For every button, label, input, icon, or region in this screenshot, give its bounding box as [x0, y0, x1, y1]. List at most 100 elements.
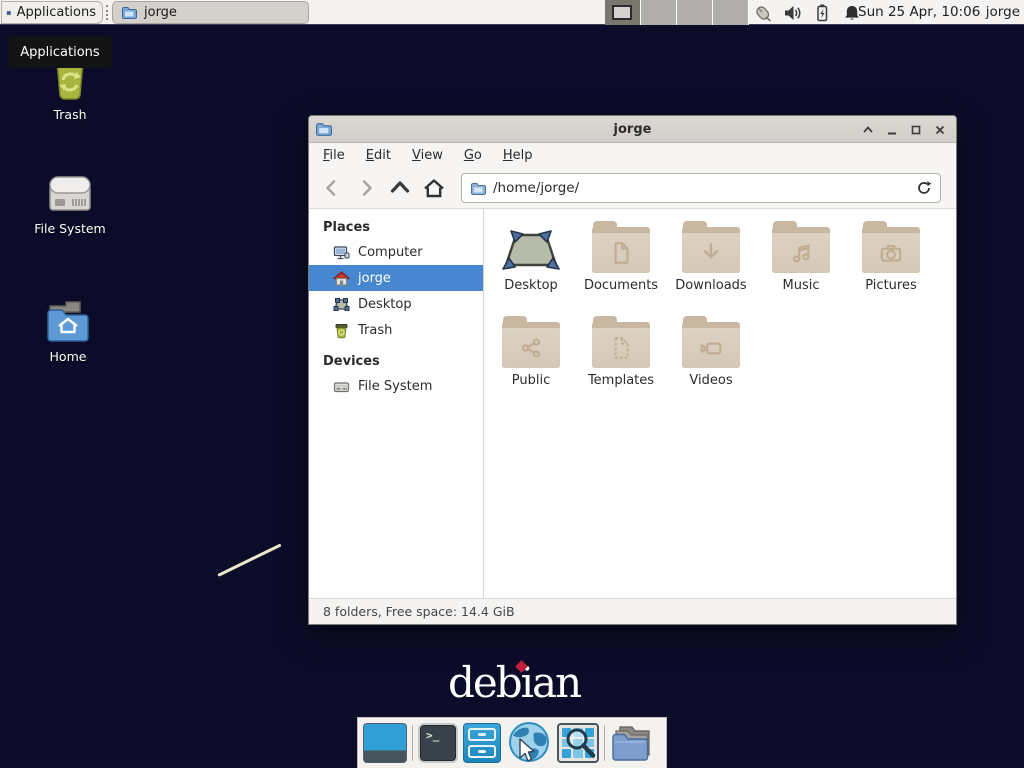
panel-drag-handle[interactable]	[106, 5, 108, 20]
desktop-icon-file-system[interactable]: File System	[18, 172, 122, 236]
path-folder-icon	[470, 181, 486, 196]
battery-icon[interactable]	[812, 3, 832, 23]
sidebar-item-jorge[interactable]: jorge	[309, 265, 483, 291]
desktop-icon	[333, 296, 350, 313]
file-item-documents[interactable]: Documents	[576, 221, 666, 316]
app-finder-icon	[557, 723, 599, 763]
panel-clock[interactable]: Sun 25 Apr, 10:06	[858, 0, 980, 25]
dock: >_	[357, 717, 667, 768]
folder-icon	[121, 5, 137, 20]
window-title: jorge	[309, 122, 956, 137]
file-item-templates[interactable]: Templates	[576, 316, 666, 411]
file-item-pictures[interactable]: Pictures	[846, 221, 936, 316]
toolbar: /home/jorge/	[309, 168, 956, 209]
volume-icon[interactable]	[782, 3, 802, 23]
sidebar-item-label: Computer	[358, 245, 423, 260]
workspace-3[interactable]	[677, 0, 713, 25]
workspace-window-thumb	[612, 5, 632, 20]
icon-view: Desktop Documents	[484, 209, 956, 598]
status-bar: 8 folders, Free space: 14.4 GiB	[309, 598, 956, 624]
templates-folder-icon	[592, 316, 650, 368]
file-item-videos[interactable]: Videos	[666, 316, 756, 411]
file-item-downloads[interactable]: Downloads	[666, 221, 756, 316]
window-content: Places Computer jorge	[309, 209, 956, 598]
applications-menu-button[interactable]: Applications	[1, 1, 103, 24]
path-input[interactable]: /home/jorge/	[493, 180, 909, 196]
file-manager-launcher[interactable]	[463, 723, 501, 763]
stacked-folders-icon	[610, 723, 654, 763]
forward-button[interactable]	[349, 172, 383, 204]
videos-folder-icon	[682, 316, 740, 368]
location-bar[interactable]: /home/jorge/	[461, 173, 941, 203]
menu-edit[interactable]: Edit	[366, 148, 391, 163]
shade-button[interactable]	[861, 123, 874, 136]
home-button[interactable]	[417, 172, 451, 204]
sidebar-item-computer[interactable]: Computer	[309, 239, 483, 265]
sidebar-item-trash[interactable]: Trash	[309, 317, 483, 343]
window-titlebar[interactable]: jorge	[309, 116, 956, 143]
desktop-icon-home[interactable]: Home	[16, 300, 120, 364]
minimize-button[interactable]	[885, 123, 898, 136]
file-cabinet-icon	[463, 723, 501, 763]
workspace-switcher	[605, 0, 749, 25]
taskbar-window-button[interactable]: jorge	[112, 1, 309, 24]
directory-menu-launcher[interactable]	[610, 723, 654, 763]
file-item-public[interactable]: Public	[486, 316, 576, 411]
sidebar-item-label: File System	[358, 379, 432, 394]
panel-user-label[interactable]: jorge	[986, 0, 1020, 25]
workspace-1[interactable]	[605, 0, 641, 25]
hard-drive-icon	[18, 172, 122, 216]
menu-help[interactable]: Help	[503, 148, 533, 163]
desktop-root: { "panel": { "applications": { "label": …	[0, 0, 1024, 768]
menu-go[interactable]: Go	[464, 148, 482, 163]
menu-bar: File Edit View Go Help	[309, 143, 956, 168]
file-label: Public	[512, 373, 550, 388]
menu-view[interactable]: View	[412, 148, 443, 163]
dock-separator	[412, 725, 413, 761]
app-finder-launcher[interactable]	[557, 723, 599, 763]
home-folder-icon	[16, 300, 120, 344]
reload-icon[interactable]	[916, 180, 932, 196]
home-icon	[333, 270, 350, 287]
public-folder-icon	[502, 316, 560, 368]
sidebar-item-file-system[interactable]: File System	[309, 373, 483, 399]
sidebar-item-label: Trash	[358, 323, 392, 338]
menu-file[interactable]: File	[323, 148, 345, 163]
file-item-music[interactable]: Music	[756, 221, 846, 316]
terminal-launcher[interactable]: >_	[418, 723, 458, 763]
show-desktop-icon	[363, 723, 407, 763]
sidebar-item-label: Desktop	[358, 297, 412, 312]
workspace-4[interactable]	[713, 0, 749, 25]
file-label: Desktop	[504, 278, 558, 293]
workspace-2[interactable]	[641, 0, 677, 25]
documents-folder-icon	[592, 221, 650, 273]
applications-tooltip: Applications	[8, 36, 112, 68]
close-button[interactable]	[933, 123, 946, 136]
xfce-logo-icon	[6, 5, 12, 21]
drive-small-icon	[333, 378, 350, 395]
file-label: Templates	[588, 373, 654, 388]
show-desktop-button[interactable]	[363, 723, 407, 763]
sidebar-item-desktop[interactable]: Desktop	[309, 291, 483, 317]
music-folder-icon	[772, 221, 830, 273]
status-text: 8 folders, Free space: 14.4 GiB	[323, 604, 515, 619]
desktop-icon-label: Home	[16, 349, 120, 364]
desktop-icon-label: File System	[18, 221, 122, 236]
downloads-folder-icon	[682, 221, 740, 273]
debian-logo-text: debian	[448, 658, 580, 707]
globe-browser-icon	[506, 720, 552, 766]
desktop-folder-icon	[502, 221, 560, 273]
up-button[interactable]	[383, 172, 417, 204]
window-controls	[861, 116, 946, 143]
sidebar-header-devices: Devices	[309, 349, 483, 373]
back-button[interactable]	[315, 172, 349, 204]
file-label: Downloads	[675, 278, 746, 293]
input-device-icon[interactable]	[752, 3, 772, 23]
taskbar-window-label: jorge	[144, 5, 177, 20]
file-item-desktop[interactable]: Desktop	[486, 221, 576, 316]
web-browser-launcher[interactable]	[506, 720, 552, 766]
file-grid: Desktop Documents	[486, 221, 936, 411]
maximize-button[interactable]	[909, 123, 922, 136]
pictures-folder-icon	[862, 221, 920, 273]
sidebar-item-label: jorge	[358, 271, 391, 286]
